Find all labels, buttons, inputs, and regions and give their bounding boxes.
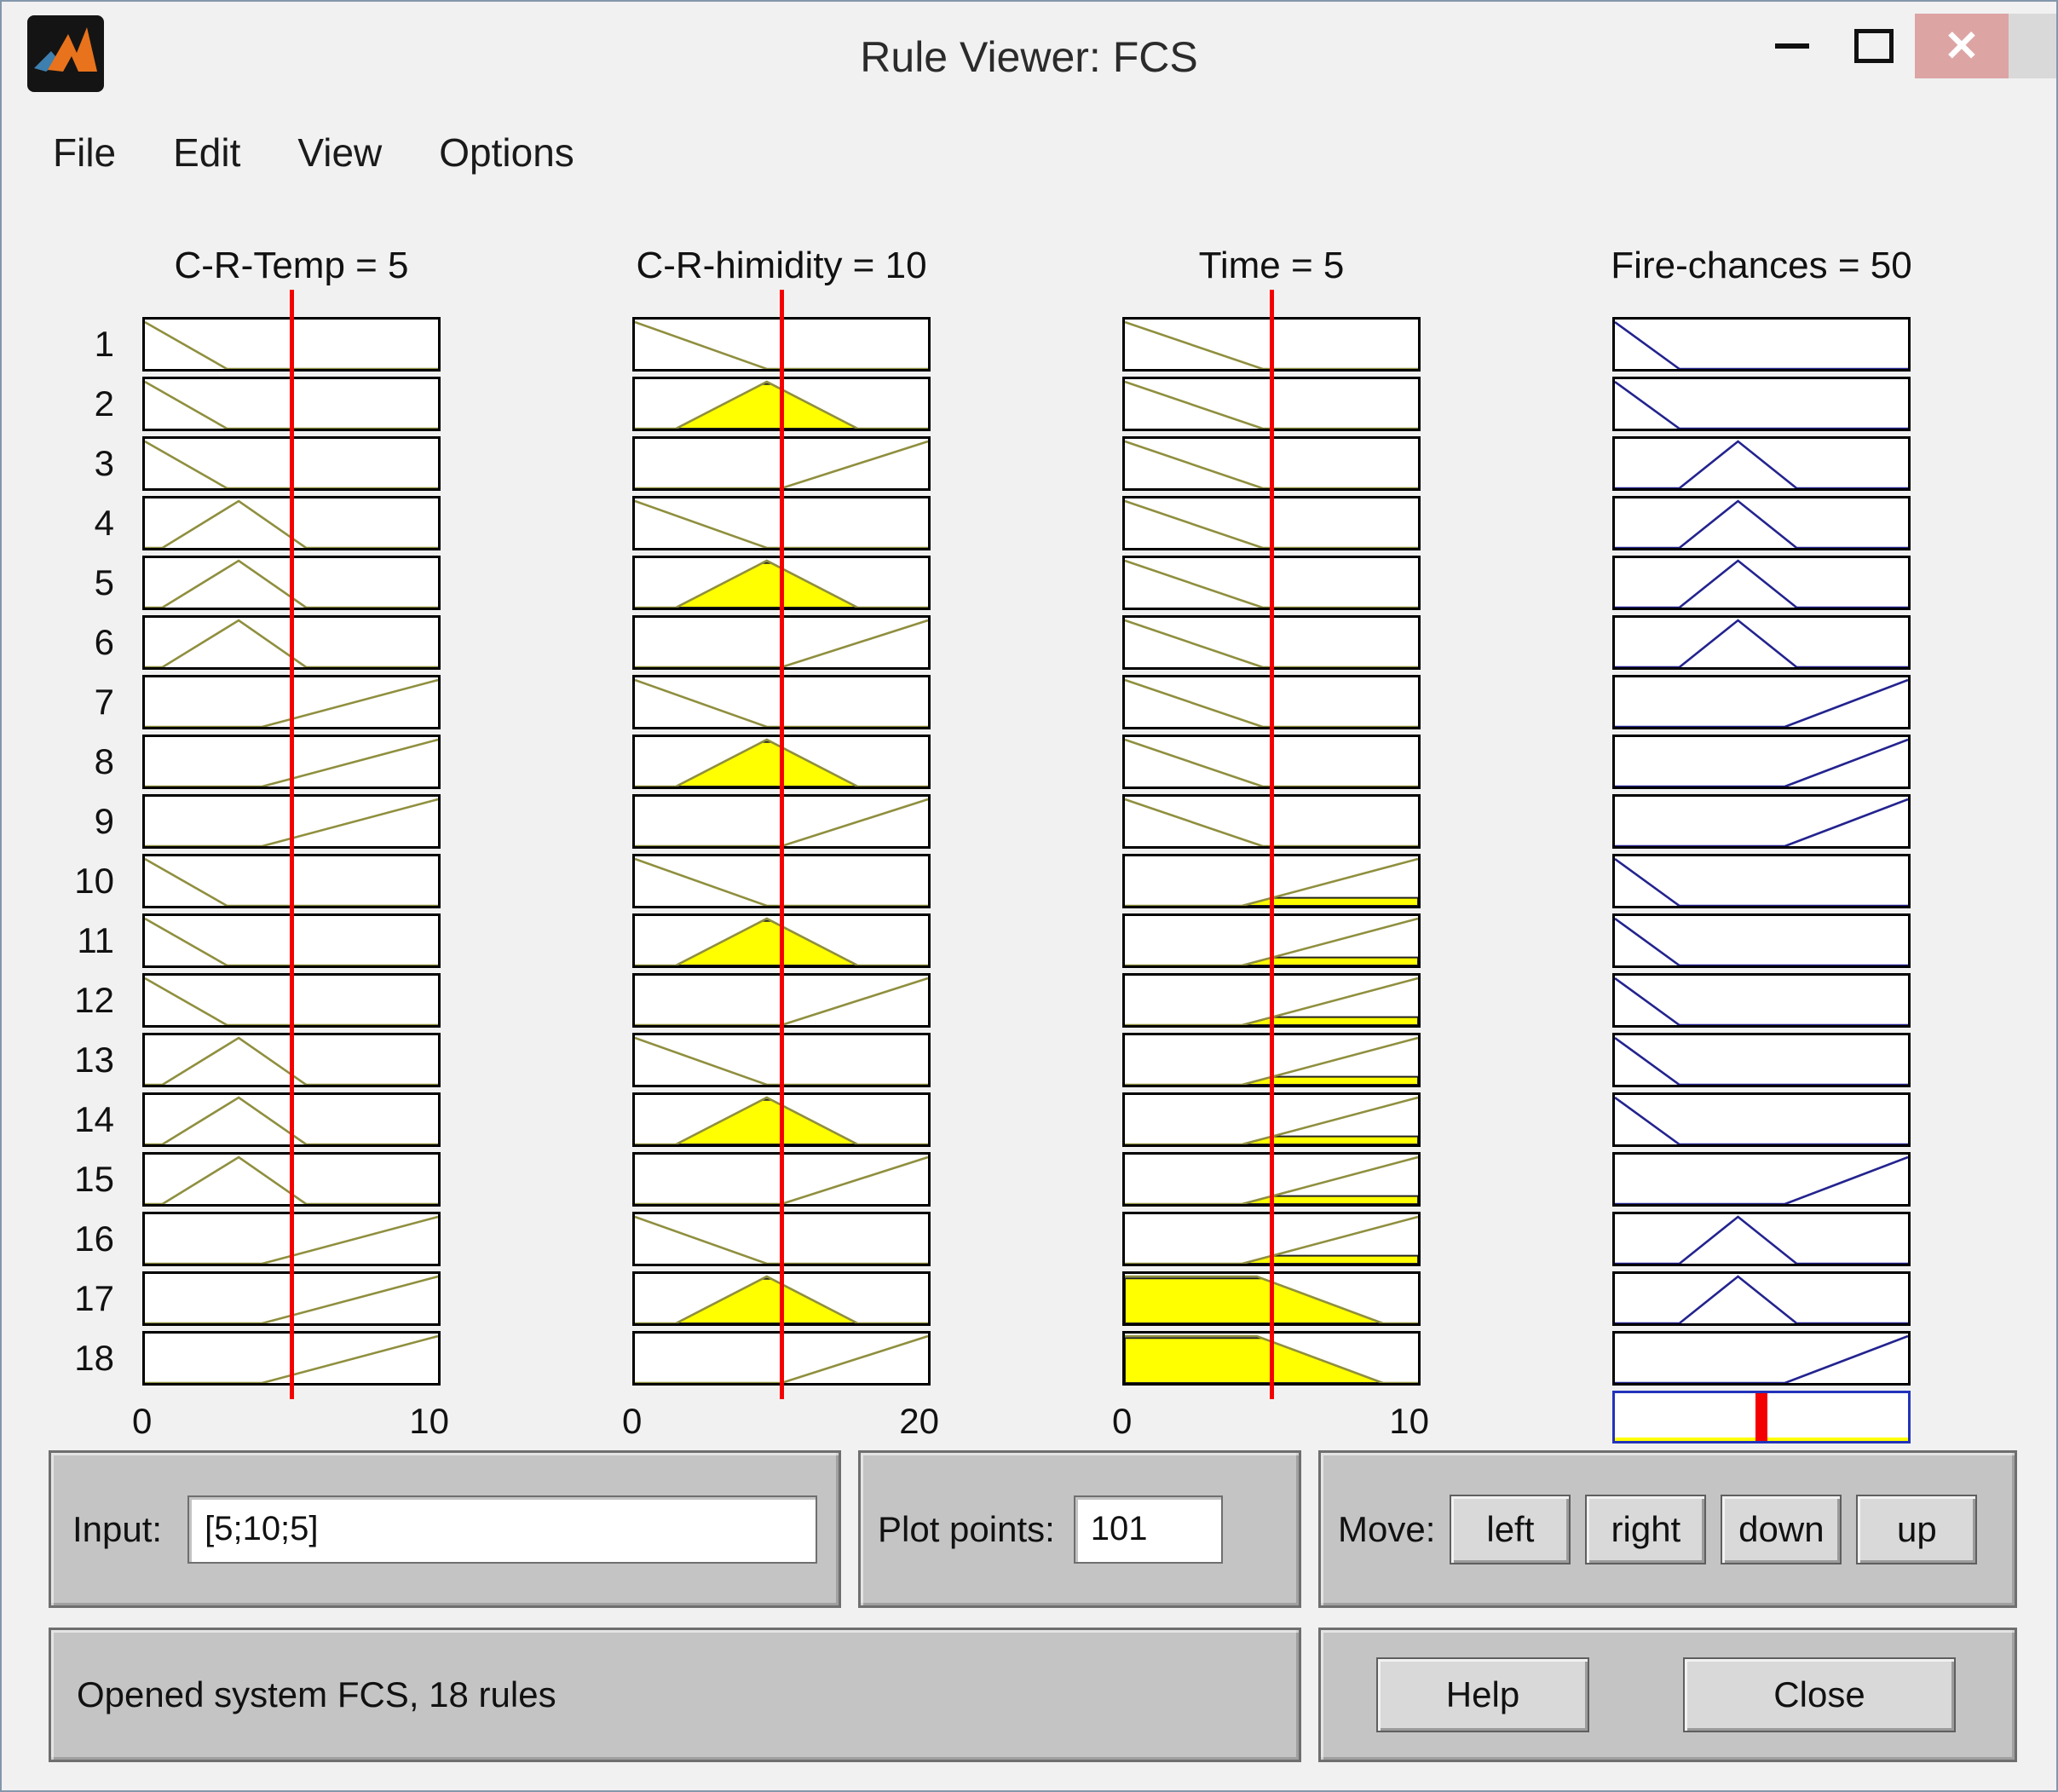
status-panel: Opened system FCS, 18 rules bbox=[49, 1628, 1301, 1762]
output-aggregate bbox=[1612, 1391, 1911, 1443]
help-button[interactable]: Help bbox=[1376, 1657, 1589, 1732]
move-panel: Move: left right down up bbox=[1318, 1450, 2017, 1608]
input-line-c-r-himidity[interactable] bbox=[780, 290, 784, 1399]
plot-points-field[interactable] bbox=[1073, 1495, 1223, 1564]
rule-cell-3-fire-chances bbox=[1612, 436, 1911, 491]
move-left-button[interactable]: left bbox=[1450, 1494, 1571, 1564]
axis-max-c-r-himidity: 20 bbox=[899, 1401, 939, 1441]
column-title-time: Time = 5 bbox=[1198, 245, 1345, 286]
axis-max-time: 10 bbox=[1389, 1401, 1429, 1441]
rule-cell-17-fire-chances bbox=[1612, 1271, 1911, 1326]
rule-cell-2-fire-chances bbox=[1612, 377, 1911, 431]
rule-cell-12-fire-chances bbox=[1612, 973, 1911, 1028]
axis-max-c-r-temp: 10 bbox=[409, 1401, 449, 1441]
rule-number-18: 18 bbox=[74, 1338, 114, 1378]
rule-number-6: 6 bbox=[94, 622, 114, 662]
axis-min-c-r-temp: 0 bbox=[132, 1401, 153, 1441]
rule-number-15: 15 bbox=[74, 1159, 114, 1199]
rule-number-5: 5 bbox=[94, 562, 114, 602]
move-label: Move: bbox=[1338, 1508, 1436, 1549]
rule-cell-14-fire-chances bbox=[1612, 1092, 1911, 1147]
column-title-fire-chances: Fire-chances = 50 bbox=[1611, 245, 1912, 286]
rule-number-13: 13 bbox=[74, 1040, 114, 1080]
rule-cell-8-fire-chances bbox=[1612, 735, 1911, 789]
rule-number-10: 10 bbox=[74, 861, 114, 901]
rule-cell-16-fire-chances bbox=[1612, 1212, 1911, 1266]
rule-cell-9-fire-chances bbox=[1612, 794, 1911, 849]
move-down-button[interactable]: down bbox=[1721, 1494, 1842, 1564]
plot-points-label: Plot points: bbox=[878, 1508, 1055, 1549]
rule-number-16: 16 bbox=[74, 1219, 114, 1259]
column-title-c-r-temp: C-R-Temp = 5 bbox=[174, 245, 409, 286]
input-label: Input: bbox=[72, 1508, 163, 1549]
input-field[interactable] bbox=[187, 1495, 817, 1564]
rule-cell-4-fire-chances bbox=[1612, 496, 1911, 550]
rule-cell-1-fire-chances bbox=[1612, 317, 1911, 372]
rule-number-2: 2 bbox=[94, 383, 114, 424]
rule-cell-18-fire-chances bbox=[1612, 1331, 1911, 1386]
rule-cell-13-fire-chances bbox=[1612, 1033, 1911, 1087]
rule-viewer-window: Rule Viewer: FCS ✕ File Edit View Option… bbox=[0, 0, 2058, 1792]
rule-number-17: 17 bbox=[74, 1278, 114, 1318]
input-line-time[interactable] bbox=[1270, 290, 1274, 1399]
rule-number-8: 8 bbox=[94, 741, 114, 781]
rule-number-14: 14 bbox=[74, 1099, 114, 1139]
rule-number-11: 11 bbox=[77, 920, 114, 960]
rule-number-1: 1 bbox=[94, 324, 114, 364]
rule-cell-15-fire-chances bbox=[1612, 1152, 1911, 1207]
plot-points-panel: Plot points: bbox=[858, 1450, 1301, 1608]
rule-number-9: 9 bbox=[94, 801, 114, 841]
status-message: Opened system FCS, 18 rules bbox=[77, 1674, 556, 1714]
input-panel: Input: bbox=[49, 1450, 841, 1608]
rule-cell-5-fire-chances bbox=[1612, 556, 1911, 610]
rule-number-12: 12 bbox=[74, 980, 114, 1020]
column-title-c-r-himidity: C-R-himidity = 10 bbox=[636, 245, 927, 286]
actions-panel: Help Close bbox=[1318, 1628, 2017, 1762]
close-dialog-button[interactable]: Close bbox=[1683, 1657, 1956, 1732]
rule-cell-10-fire-chances bbox=[1612, 854, 1911, 908]
rule-number-7: 7 bbox=[94, 682, 114, 722]
defuzzified-value-marker bbox=[1755, 1393, 1767, 1441]
rule-cell-6-fire-chances bbox=[1612, 615, 1911, 670]
move-up-button[interactable]: up bbox=[1856, 1494, 1978, 1564]
axis-min-c-r-himidity: 0 bbox=[622, 1401, 643, 1441]
rule-number-4: 4 bbox=[94, 503, 114, 543]
rule-number-3: 3 bbox=[94, 443, 114, 483]
axis-min-time: 0 bbox=[1112, 1401, 1133, 1441]
rule-cell-7-fire-chances bbox=[1612, 675, 1911, 729]
input-line-c-r-temp[interactable] bbox=[290, 290, 294, 1399]
move-right-button[interactable]: right bbox=[1585, 1494, 1707, 1564]
rule-cell-11-fire-chances bbox=[1612, 913, 1911, 968]
